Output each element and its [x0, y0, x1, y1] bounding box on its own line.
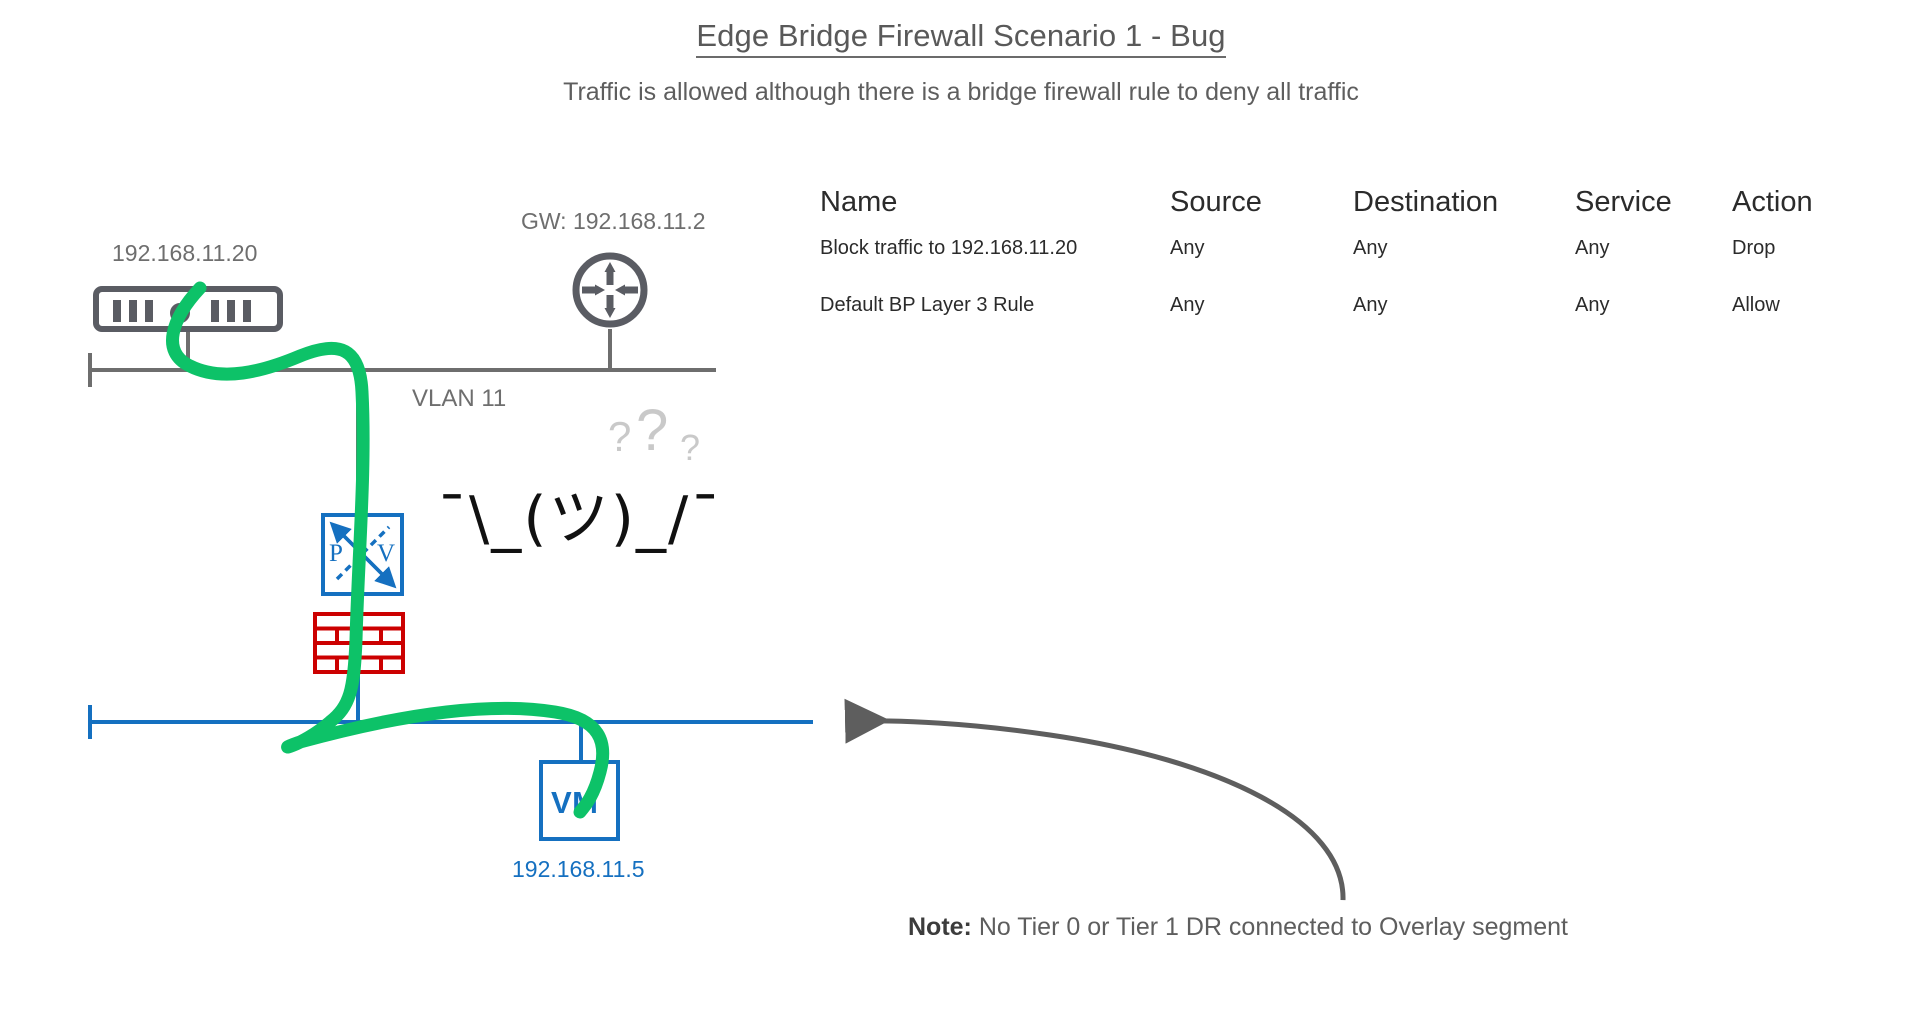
note-text: Note: No Tier 0 or Tier 1 DR connected t…: [908, 913, 1568, 942]
table-row[interactable]: Default BP Layer 3 Rule Any Any Any Allo…: [820, 294, 1910, 328]
vm-label: VM: [551, 785, 599, 820]
server-icon-port: [170, 303, 190, 323]
vm-ip-label: 192.168.11.5: [512, 856, 645, 882]
traffic-flow-overlay: [166, 281, 610, 819]
vlan-label: VLAN 11: [412, 385, 507, 412]
rule-destination: Any: [1353, 294, 1388, 316]
gateway-ip-label: GW: 192.168.11.2: [521, 208, 706, 234]
vlan-bus-end-cap: [88, 353, 92, 387]
shrug-emoticon: ¯\_(ツ)_/¯: [437, 484, 723, 554]
rule-service: Any: [1575, 237, 1610, 259]
diagram-canvas: Edge Bridge Firewall Scenario 1 - Bug Tr…: [0, 0, 1922, 1015]
bridge-to-overlay-link: [356, 596, 360, 722]
page-title-text: Edge Bridge Firewall Scenario 1 - Bug: [696, 18, 1226, 58]
overlay-segment-end-cap: [88, 705, 92, 739]
column-header-destination: Destination: [1353, 186, 1499, 218]
rule-name: Block traffic to 192.168.11.20: [820, 237, 1078, 259]
rule-destination: Any: [1353, 237, 1388, 259]
vlan-bus-line: [88, 368, 716, 372]
column-header-service: Service: [1575, 186, 1672, 218]
server-icon-bar: [129, 300, 137, 322]
note-callout-arrow: [844, 698, 1346, 901]
page-title: Edge Bridge Firewall Scenario 1 - Bug: [0, 18, 1922, 58]
server-icon-bar: [113, 300, 121, 322]
question-marks-group: ? ? ?: [608, 395, 718, 475]
table-header-row: Name Source Destination Service Action: [820, 186, 1910, 220]
router-icon: [571, 251, 649, 329]
column-header-source: Source: [1170, 186, 1262, 218]
bridge-vlan-letter: V: [377, 540, 396, 567]
question-mark-icon: ?: [636, 398, 669, 463]
rule-action-badge: Allow: [1732, 294, 1780, 316]
rule-service: Any: [1575, 294, 1610, 316]
rule-name: Default BP Layer 3 Rule: [820, 294, 1035, 316]
note-body: No Tier 0 or Tier 1 DR connected to Over…: [971, 913, 1568, 941]
note-callout-overlay: [844, 698, 1346, 901]
rule-action-badge: Drop: [1732, 237, 1776, 259]
server-icon-bar: [145, 300, 153, 322]
server-icon-bar: [211, 300, 219, 322]
column-header-action: Action: [1732, 186, 1813, 218]
question-mark-icon: ?: [608, 413, 632, 460]
vlan-to-bridge-link: [356, 370, 360, 514]
overlay-segment-line: [88, 720, 813, 724]
vm-to-overlay-link: [579, 722, 583, 760]
page-subtitle: Traffic is allowed although there is a b…: [563, 78, 1359, 106]
server-icon-bar: [243, 300, 251, 322]
server-to-vlan-link: [186, 332, 190, 370]
question-mark-icon: ?: [680, 427, 701, 468]
server-ip-label: 192.168.11.20: [112, 240, 258, 266]
table-row[interactable]: Block traffic to 192.168.11.20 Any Any A…: [820, 237, 1910, 271]
note-prefix: Note:: [908, 913, 972, 941]
firewall-rules-table: Name Source Destination Service Action B…: [820, 186, 1910, 328]
rule-source: Any: [1170, 294, 1205, 316]
server-icon: [93, 286, 283, 332]
bridge-port-letter: P: [329, 540, 343, 567]
router-to-vlan-link: [608, 329, 612, 370]
rule-source: Any: [1170, 237, 1205, 259]
column-header-name: Name: [820, 186, 898, 218]
server-icon-bar: [227, 300, 235, 322]
